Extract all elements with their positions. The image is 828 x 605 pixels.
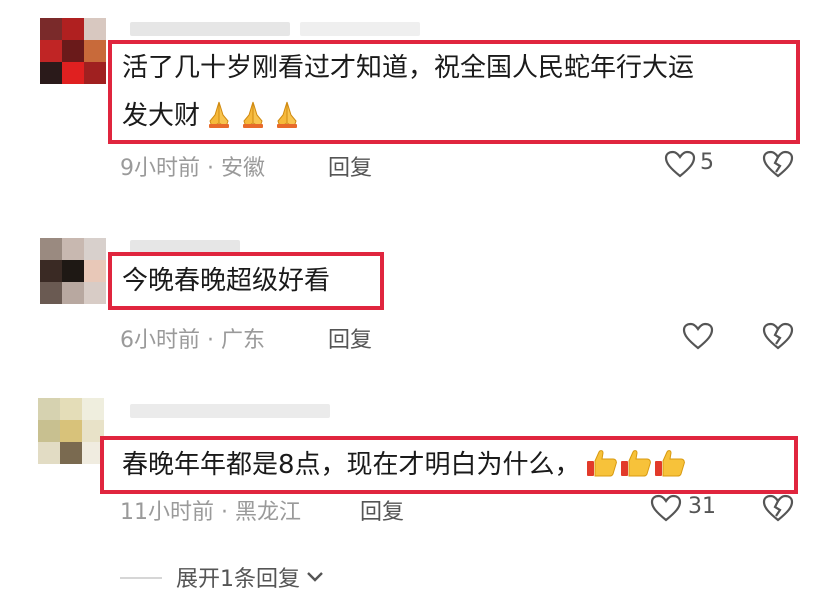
like-count: 5: [700, 150, 714, 175]
chevron-down-icon: [306, 564, 324, 589]
divider: [120, 577, 162, 579]
thumbs-up-icon: [585, 446, 617, 477]
reply-button[interactable]: 回复: [360, 494, 404, 526]
username-blurred[interactable]: [130, 404, 330, 418]
avatar[interactable]: [40, 18, 106, 84]
dislike-broken-heart-icon[interactable]: [762, 494, 794, 526]
reply-button[interactable]: 回复: [328, 322, 372, 354]
comment-text-line: 春晚年年都是8点，现在才明白为什么，: [122, 441, 685, 489]
like-heart-icon[interactable]: [682, 322, 714, 354]
dislike-broken-heart-icon[interactable]: [762, 322, 794, 354]
comment-text: 春晚年年都是8点，现在才明白为什么，: [122, 450, 581, 480]
time-location: 6小时前 · 广东: [120, 328, 265, 353]
like-count: 31: [688, 494, 716, 519]
comment-text: 发大财: [122, 101, 201, 131]
thumbs-up-icon: [653, 446, 685, 477]
avatar[interactable]: [38, 398, 104, 464]
folded-hands-icon: [272, 97, 302, 128]
folded-hands-icon: [204, 97, 234, 128]
folded-hands-icon: [238, 97, 268, 128]
avatar[interactable]: [40, 238, 106, 304]
time-location: 11小时前 · 黑龙江: [120, 500, 301, 525]
thumbs-up-icon: [619, 446, 651, 477]
dislike-broken-heart-icon[interactable]: [762, 150, 794, 182]
comment-text-line1: 活了几十岁刚看过才知道，祝全国人民蛇年行大运: [122, 53, 695, 83]
comment-text-line2: 发大财: [122, 92, 302, 140]
like-heart-icon[interactable]: [664, 150, 696, 182]
like-heart-icon[interactable]: [650, 494, 682, 526]
comment-text: 今晚春晚超级好看: [122, 266, 331, 296]
time-location: 9小时前 · 安徽: [120, 156, 265, 181]
username-blurred[interactable]: [130, 22, 290, 36]
reply-button[interactable]: 回复: [328, 150, 372, 182]
username-blurred: [300, 22, 420, 36]
expand-replies-label: 展开1条回复: [176, 561, 324, 593]
